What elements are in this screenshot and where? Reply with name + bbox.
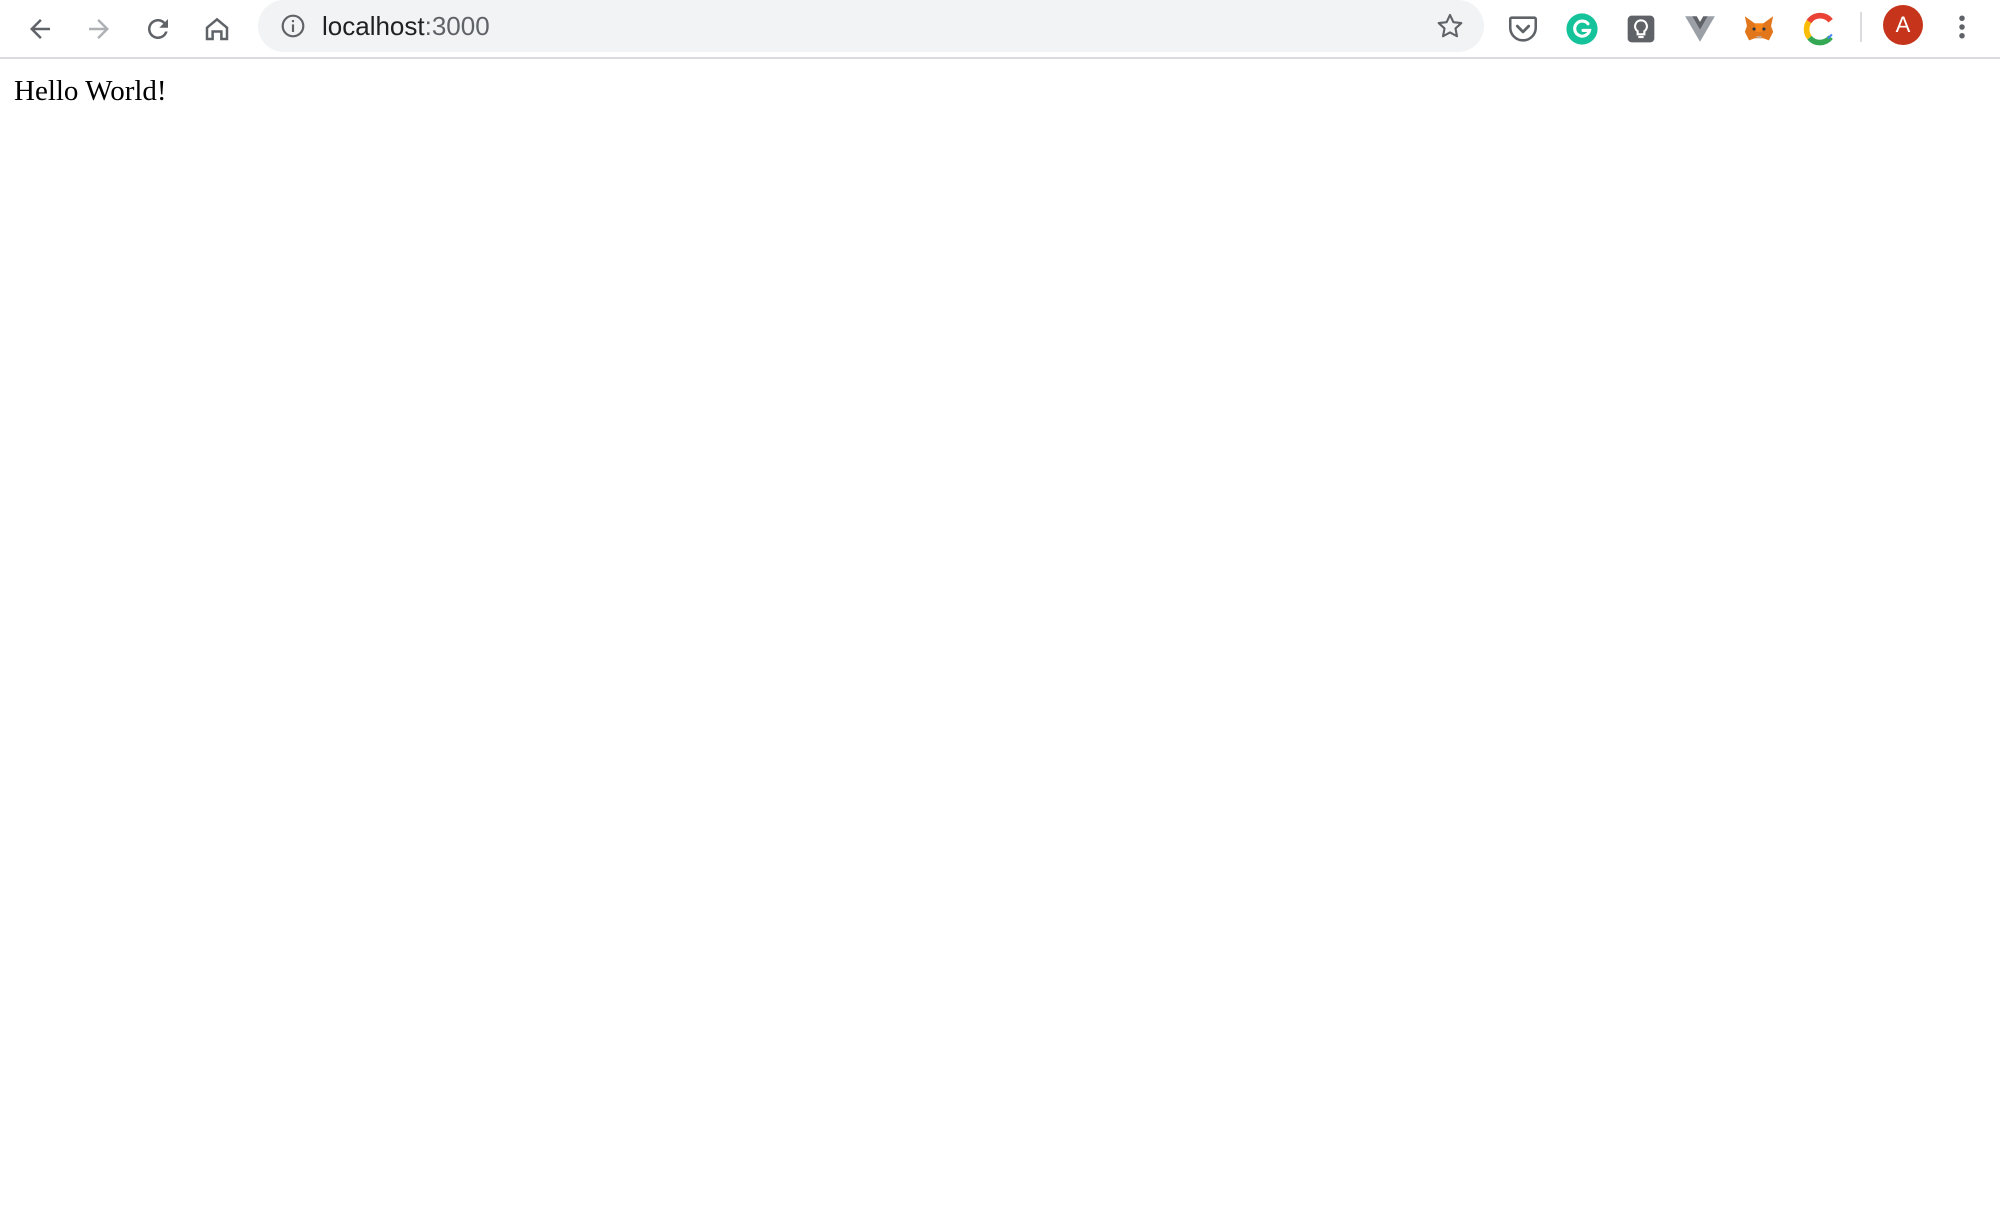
arrow-right-icon [89, 19, 109, 39]
profile-avatar[interactable]: A [1883, 5, 1923, 45]
address-bar[interactable]: localhost:3000 [258, 0, 1484, 52]
chrome-c-icon[interactable] [1797, 6, 1843, 52]
toolbar-divider [1860, 12, 1862, 42]
browser-toolbar: localhost:3000 A [0, 0, 2000, 59]
three-dots-vertical-icon [1959, 15, 1965, 39]
arrow-left-icon [30, 19, 50, 39]
hello-world-text: Hello World! [14, 75, 167, 107]
browser-menu-button[interactable] [1944, 4, 1980, 50]
url-host: localhost [322, 11, 425, 41]
page-content: Hello World! [0, 59, 2000, 1219]
bookmark-star-icon[interactable] [1430, 6, 1470, 46]
url-port: :3000 [424, 11, 490, 41]
info-circle-icon[interactable] [278, 11, 308, 41]
url-text[interactable]: localhost:3000 [322, 0, 490, 52]
grammarly-icon[interactable] [1559, 6, 1605, 52]
lightbulb-icon[interactable] [1618, 6, 1664, 52]
home-icon [205, 17, 229, 41]
pocket-icon[interactable] [1500, 6, 1546, 52]
reload-button[interactable] [133, 4, 183, 54]
metamask-icon[interactable] [1736, 6, 1782, 52]
forward-button[interactable] [74, 4, 124, 54]
vue-devtools-icon[interactable] [1677, 6, 1723, 52]
reload-icon [148, 19, 168, 39]
home-button[interactable] [192, 4, 242, 54]
back-button[interactable] [15, 4, 65, 54]
